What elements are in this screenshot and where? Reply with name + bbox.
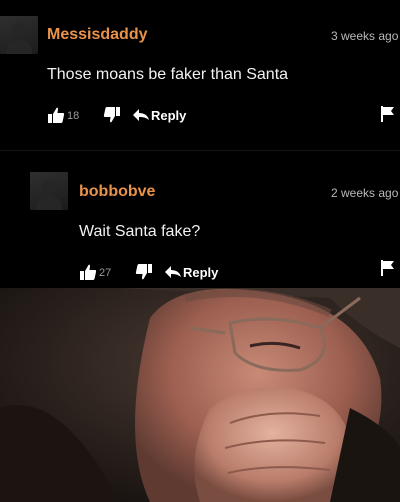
- reply-label: Reply: [183, 265, 219, 280]
- comment-timestamp: 3 weeks ago: [331, 29, 399, 43]
- upvote-count: 18: [67, 110, 80, 122]
- comment-reply: bobbobve 2 weeks ago Wait Santa fake? 27…: [0, 162, 400, 288]
- avatar-placeholder-icon[interactable]: [30, 172, 68, 210]
- thumbs-down-icon[interactable]: [135, 263, 153, 281]
- comment: Messisdaddy 3 weeks ago Those moans be f…: [0, 0, 400, 150]
- thumbs-up-icon[interactable]: [79, 263, 97, 281]
- comment-timestamp: 2 weeks ago: [331, 186, 399, 200]
- comment-text: Wait Santa fake?: [79, 223, 201, 240]
- comment-section: Messisdaddy 3 weeks ago Those moans be f…: [0, 0, 400, 288]
- reply-label: Reply: [151, 108, 187, 123]
- thumbs-down-icon[interactable]: [103, 106, 121, 124]
- flag-icon[interactable]: [381, 106, 395, 122]
- avatar-placeholder-icon[interactable]: [0, 16, 38, 54]
- reply-arrow-icon: [165, 266, 181, 278]
- comment-divider: [0, 150, 400, 151]
- comment-username[interactable]: Messisdaddy: [47, 26, 147, 44]
- reply-arrow-icon: [133, 109, 149, 121]
- comment-username[interactable]: bobbobve: [79, 183, 155, 201]
- reaction-photo: [0, 288, 400, 502]
- comment-text: Those moans be faker than Santa: [47, 66, 289, 83]
- thumbs-up-icon[interactable]: [47, 106, 65, 124]
- flag-icon[interactable]: [381, 260, 395, 276]
- upvote-count: 27: [99, 267, 112, 279]
